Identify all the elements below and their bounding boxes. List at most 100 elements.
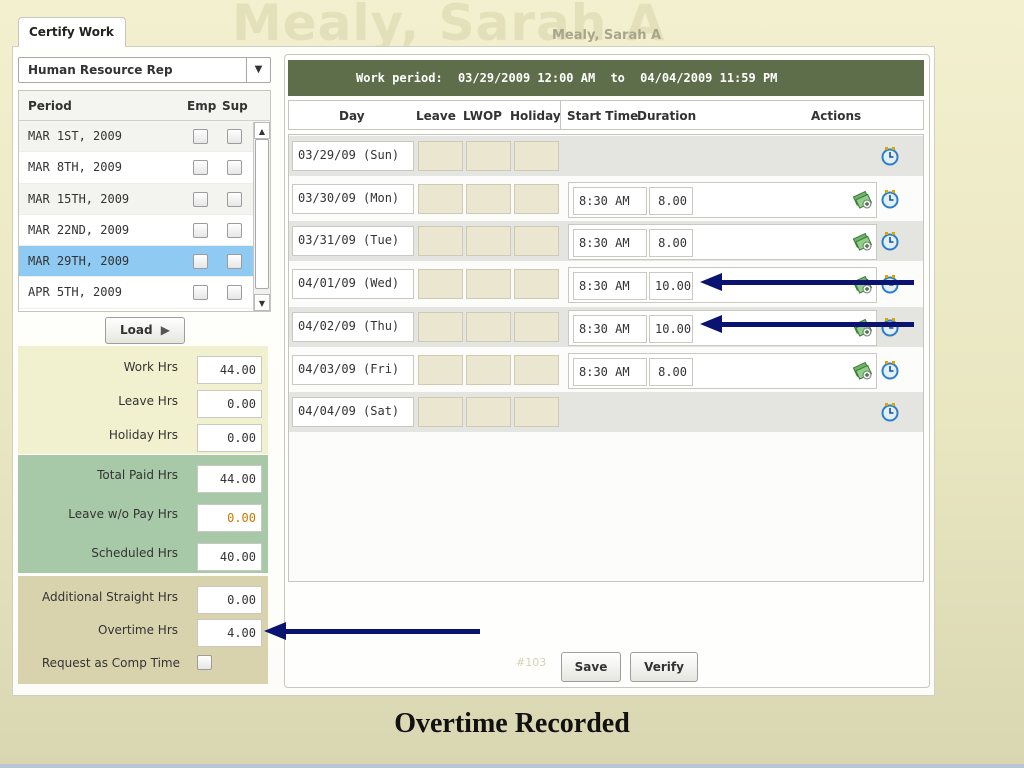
sup-checkbox[interactable] bbox=[227, 222, 242, 238]
sup-checkbox[interactable] bbox=[227, 160, 242, 176]
page-id: #103 bbox=[516, 656, 547, 669]
clock-icon[interactable] bbox=[880, 360, 900, 380]
duration-input[interactable]: 8.00 bbox=[649, 229, 693, 258]
sup-checkbox[interactable] bbox=[227, 285, 242, 301]
period-label: MAR 15TH, 2009 bbox=[28, 191, 130, 206]
start-time-input[interactable]: 8:30 AM bbox=[573, 272, 647, 301]
lwop-input[interactable] bbox=[466, 183, 511, 214]
header-period: Period bbox=[28, 99, 72, 113]
work-entry: 8:30 AM 8.00 bbox=[568, 224, 877, 261]
leave-input[interactable] bbox=[418, 141, 463, 171]
period-table: Period Emp Sup MAR 1ST, 2009 MAR 8TH, 200… bbox=[18, 90, 271, 312]
emp-checkbox[interactable] bbox=[193, 191, 208, 207]
period-scrollbar[interactable]: ▲ ▼ bbox=[253, 122, 270, 311]
start-time-input[interactable]: 8:30 AM bbox=[573, 229, 647, 258]
load-button-label: Load bbox=[120, 323, 153, 337]
sup-checkbox[interactable] bbox=[227, 129, 242, 144]
sup-checkbox[interactable] bbox=[227, 191, 242, 207]
scroll-up-icon[interactable]: ▲ bbox=[254, 122, 270, 139]
summary-hours: Work Hrs 44.00 Leave Hrs 0.00 Holiday Hrs 0… bbox=[18, 346, 268, 454]
duration-input[interactable]: 8.00 bbox=[649, 186, 693, 215]
request-comp-time-checkbox[interactable] bbox=[197, 655, 212, 670]
clock-icon[interactable] bbox=[880, 189, 900, 209]
scroll-thumb[interactable] bbox=[255, 139, 269, 289]
duration-input[interactable]: 10.00 bbox=[649, 314, 693, 343]
day-cell: 03/29/09 (Sun) bbox=[292, 141, 414, 171]
emp-checkbox[interactable] bbox=[193, 254, 208, 270]
leave-input[interactable] bbox=[418, 354, 463, 385]
period-row[interactable]: MAR 1ST, 2009 bbox=[19, 121, 270, 153]
day-row: 04/04/09 (Sat) bbox=[289, 392, 923, 433]
period-row[interactable]: MAR 8TH, 2009 bbox=[19, 152, 270, 184]
holiday-input[interactable] bbox=[514, 311, 559, 342]
tab-certify-work[interactable]: Certify Work bbox=[18, 17, 126, 47]
period-label: MAR 8TH, 2009 bbox=[28, 160, 122, 175]
clock-icon[interactable] bbox=[880, 402, 900, 422]
day-cell: 04/03/09 (Fri) bbox=[292, 354, 414, 385]
bottom-border bbox=[0, 764, 1024, 768]
day-row: 04/03/09 (Fri) 8:30 AM 8.00 bbox=[289, 350, 923, 390]
period-label: MAR 29TH, 2009 bbox=[28, 254, 130, 269]
leave-input[interactable] bbox=[418, 397, 463, 428]
holiday-hrs-label: Holiday Hrs bbox=[108, 428, 178, 442]
role-select[interactable]: Human Resource Rep ▼ bbox=[18, 57, 271, 83]
money-icon[interactable] bbox=[852, 189, 873, 209]
day-row: 03/30/09 (Mon) 8:30 AM 8.00 bbox=[289, 179, 923, 219]
emp-checkbox[interactable] bbox=[193, 222, 208, 238]
left-arrow-icon bbox=[264, 622, 480, 640]
leave-hrs-label: Leave Hrs bbox=[118, 394, 178, 408]
clock-icon[interactable] bbox=[880, 146, 900, 166]
holiday-input[interactable] bbox=[514, 141, 559, 171]
leave-input[interactable] bbox=[418, 269, 463, 300]
col-day: Day bbox=[339, 109, 365, 123]
holiday-input[interactable] bbox=[514, 354, 559, 385]
verify-button[interactable]: Verify bbox=[630, 652, 698, 682]
chevron-down-icon[interactable]: ▼ bbox=[246, 58, 270, 82]
start-time-input[interactable]: 8:30 AM bbox=[573, 314, 647, 343]
leave-input[interactable] bbox=[418, 183, 463, 214]
header-sup: Sup bbox=[222, 99, 248, 113]
start-time-input[interactable]: 8:30 AM bbox=[573, 357, 647, 386]
emp-checkbox[interactable] bbox=[193, 129, 208, 144]
holiday-input[interactable] bbox=[514, 269, 559, 300]
lwop-input[interactable] bbox=[466, 141, 511, 171]
left-arrow-icon bbox=[700, 315, 914, 333]
holiday-input[interactable] bbox=[514, 397, 559, 428]
day-cell: 04/02/09 (Thu) bbox=[292, 311, 414, 342]
col-leave: Leave bbox=[416, 109, 456, 123]
save-button[interactable]: Save bbox=[561, 652, 621, 682]
period-row[interactable]: MAR 15TH, 2009 bbox=[19, 183, 270, 215]
leave-input[interactable] bbox=[418, 226, 463, 257]
emp-checkbox[interactable] bbox=[193, 285, 208, 301]
col-lwop: LWOP bbox=[463, 109, 502, 123]
period-row[interactable]: MAR 29TH, 2009 bbox=[19, 246, 270, 278]
sup-checkbox[interactable] bbox=[227, 254, 242, 270]
holiday-input[interactable] bbox=[514, 226, 559, 257]
additional-straight-hrs-label: Additional Straight Hrs bbox=[42, 590, 178, 604]
lwop-input[interactable] bbox=[466, 354, 511, 385]
lwop-input[interactable] bbox=[466, 226, 511, 257]
day-cell: 04/01/09 (Wed) bbox=[292, 269, 414, 300]
name-watermark: Mealy, Sarah A bbox=[232, 0, 666, 52]
period-row[interactable]: APR 5TH, 2009 bbox=[19, 277, 270, 309]
lwop-input[interactable] bbox=[466, 397, 511, 428]
holiday-input[interactable] bbox=[514, 183, 559, 214]
start-time-input[interactable]: 8:30 AM bbox=[573, 186, 647, 215]
leave-input[interactable] bbox=[418, 311, 463, 342]
scroll-down-icon[interactable]: ▼ bbox=[254, 294, 270, 311]
period-row[interactable]: MAR 22ND, 2009 bbox=[19, 215, 270, 247]
clock-icon[interactable] bbox=[880, 231, 900, 251]
duration-input[interactable]: 8.00 bbox=[649, 357, 693, 386]
money-icon[interactable] bbox=[852, 231, 873, 252]
left-arrow-icon bbox=[700, 273, 914, 291]
summary-paid: Total Paid Hrs 44.00 Leave w/o Pay Hrs 0.0… bbox=[18, 455, 268, 573]
duration-input[interactable]: 10.00 bbox=[649, 272, 693, 301]
day-cell: 03/30/09 (Mon) bbox=[292, 183, 414, 214]
lwop-input[interactable] bbox=[466, 311, 511, 342]
emp-checkbox[interactable] bbox=[193, 160, 208, 176]
header-emp: Emp bbox=[187, 99, 217, 113]
lwop-input[interactable] bbox=[466, 269, 511, 300]
load-button[interactable]: Load ▶ bbox=[105, 317, 185, 344]
money-icon[interactable] bbox=[852, 360, 873, 380]
user-name: Mealy, Sarah A bbox=[552, 28, 662, 43]
